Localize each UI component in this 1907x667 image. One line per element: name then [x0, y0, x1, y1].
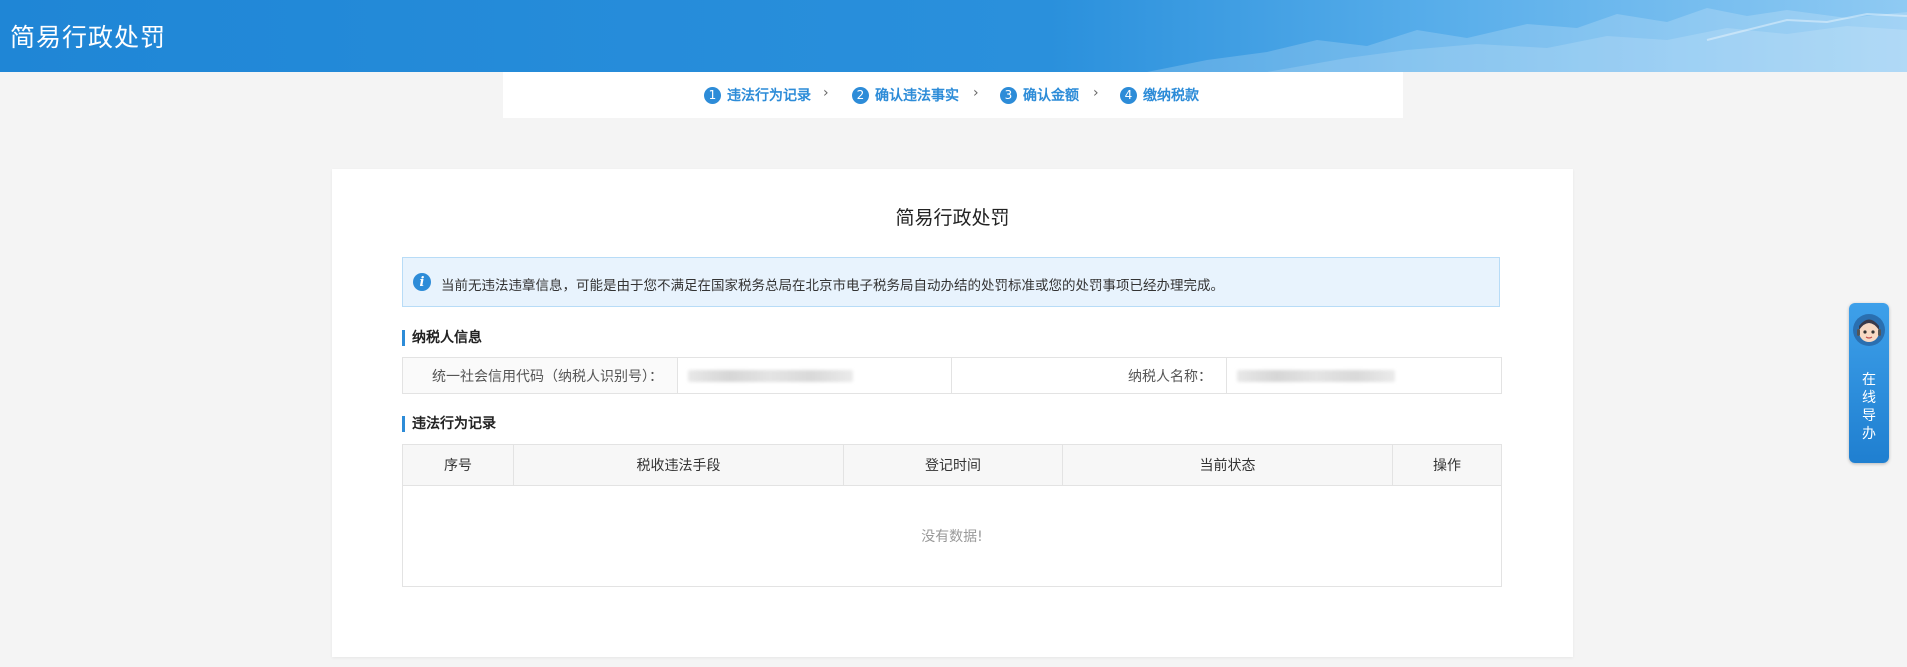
taxpayer-name-label: 纳税人名称： [952, 358, 1226, 393]
column-header-index: 序号 [403, 445, 514, 485]
great-wall-decoration [1147, 8, 1907, 72]
empty-state-text: 没有数据! [921, 528, 983, 545]
step-number-4: 4 [1120, 86, 1137, 104]
chevron-right-icon: › [973, 85, 979, 101]
chevron-right-icon: › [823, 85, 829, 101]
online-guide-char-4: 办 [1862, 426, 1876, 442]
step-label-3: 确认金额 [1023, 88, 1079, 104]
taxpayer-section-title: 纳税人信息 [402, 330, 482, 346]
online-guide-char-3: 导 [1862, 408, 1876, 424]
violation-section-title: 违法行为记录 [402, 416, 496, 432]
table-header: 序号 税收违法手段 登记时间 当前状态 操作 [403, 445, 1501, 486]
progress-steps: 1 违法行为记录 › 2 确认违法事实 › 3 确认金额 › 4 缴纳税款 [503, 72, 1403, 118]
online-guide-widget[interactable]: 在 线 导 办 [1849, 303, 1889, 463]
step-number-3: 3 [1000, 86, 1017, 104]
column-header-status: 当前状态 [1063, 445, 1393, 485]
info-icon: i [413, 273, 431, 291]
online-guide-char-2: 线 [1862, 390, 1876, 406]
step-1[interactable]: 1 违法行为记录 [704, 85, 811, 105]
violation-records-table: 序号 税收违法手段 登记时间 当前状态 操作 没有数据! [402, 444, 1502, 587]
info-notice: i 当前无违法违章信息，可能是由于您不满足在国家税务总局在北京市电子税务局自动办… [402, 257, 1500, 307]
step-number-2: 2 [852, 86, 869, 104]
customer-service-avatar-icon [1853, 314, 1885, 346]
column-header-method: 税收违法手段 [514, 445, 844, 485]
column-header-time: 登记时间 [844, 445, 1063, 485]
step-label-1: 违法行为记录 [727, 88, 811, 104]
credit-code-value [677, 358, 952, 393]
card-title: 简易行政处罚 [895, 207, 1010, 229]
page-header-title: 简易行政处罚 [10, 23, 167, 52]
online-guide-label: 在 线 导 办 [1849, 371, 1889, 443]
redacted-taxpayer-name [1237, 369, 1395, 382]
taxpayer-name-value [1226, 358, 1501, 393]
main-card: 简易行政处罚 i 当前无违法违章信息，可能是由于您不满足在国家税务总局在北京市电… [332, 169, 1573, 657]
step-2[interactable]: 2 确认违法事实 [852, 85, 959, 105]
step-number-1: 1 [704, 86, 721, 104]
notice-text: 当前无违法违章信息，可能是由于您不满足在国家税务总局在北京市电子税务局自动办结的… [441, 278, 1224, 294]
chevron-right-icon: › [1093, 85, 1099, 101]
redacted-credit-code [688, 369, 853, 382]
step-label-2: 确认违法事实 [875, 88, 959, 104]
step-4[interactable]: 4 缴纳税款 [1120, 85, 1199, 105]
taxpayer-info-table: 统一社会信用代码（纳税人识别号）： 纳税人名称： [402, 357, 1502, 394]
top-banner: 简易行政处罚 [0, 0, 1907, 72]
credit-code-label: 统一社会信用代码（纳税人识别号）： [403, 358, 677, 393]
step-3[interactable]: 3 确认金额 [1000, 85, 1079, 105]
online-guide-char-1: 在 [1862, 372, 1876, 388]
column-header-action: 操作 [1433, 458, 1461, 474]
step-label-4: 缴纳税款 [1143, 88, 1199, 104]
